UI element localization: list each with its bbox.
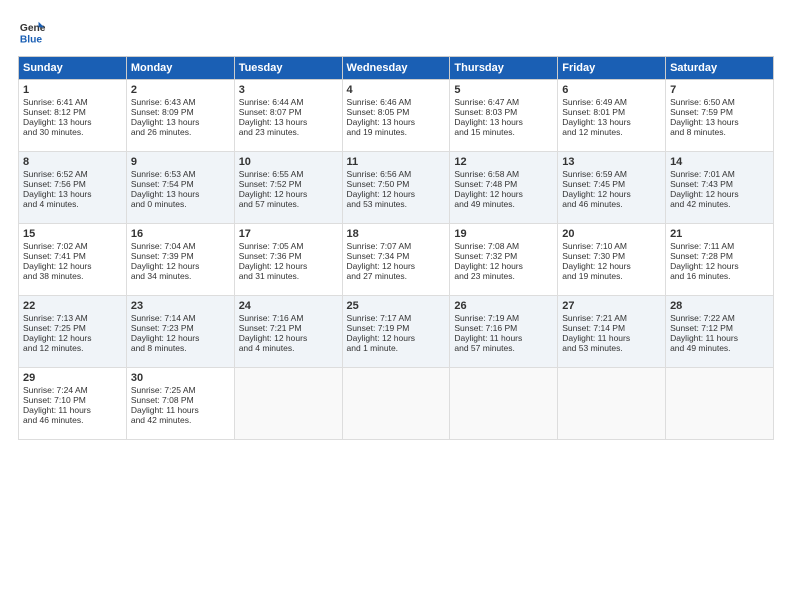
day-number: 13 [562,156,661,168]
table-cell: 21Sunrise: 7:11 AMSunset: 7:28 PMDayligh… [666,224,774,296]
table-cell: 2Sunrise: 6:43 AMSunset: 8:09 PMDaylight… [126,80,234,152]
day-number: 22 [23,300,122,312]
table-cell: 9Sunrise: 6:53 AMSunset: 7:54 PMDaylight… [126,152,234,224]
col-saturday: Saturday [666,57,774,80]
svg-text:Blue: Blue [20,34,43,45]
day-number: 26 [454,300,553,312]
table-cell: 8Sunrise: 6:52 AMSunset: 7:56 PMDaylight… [19,152,127,224]
table-cell: 14Sunrise: 7:01 AMSunset: 7:43 PMDayligh… [666,152,774,224]
day-number: 3 [239,84,338,96]
table-cell: 29Sunrise: 7:24 AMSunset: 7:10 PMDayligh… [19,368,127,440]
day-number: 17 [239,228,338,240]
table-cell: 10Sunrise: 6:55 AMSunset: 7:52 PMDayligh… [234,152,342,224]
table-row: 15Sunrise: 7:02 AMSunset: 7:41 PMDayligh… [19,224,774,296]
day-number: 21 [670,228,769,240]
day-number: 8 [23,156,122,168]
table-cell: 22Sunrise: 7:13 AMSunset: 7:25 PMDayligh… [19,296,127,368]
header: General Blue [18,18,774,46]
table-cell: 12Sunrise: 6:58 AMSunset: 7:48 PMDayligh… [450,152,558,224]
day-number: 12 [454,156,553,168]
table-cell: 24Sunrise: 7:16 AMSunset: 7:21 PMDayligh… [234,296,342,368]
day-number: 25 [347,300,446,312]
table-cell: 4Sunrise: 6:46 AMSunset: 8:05 PMDaylight… [342,80,450,152]
col-sunday: Sunday [19,57,127,80]
day-number: 6 [562,84,661,96]
col-thursday: Thursday [450,57,558,80]
col-friday: Friday [558,57,666,80]
table-cell: 16Sunrise: 7:04 AMSunset: 7:39 PMDayligh… [126,224,234,296]
table-cell: 27Sunrise: 7:21 AMSunset: 7:14 PMDayligh… [558,296,666,368]
day-number: 28 [670,300,769,312]
day-number: 16 [131,228,230,240]
day-number: 20 [562,228,661,240]
table-cell: 30Sunrise: 7:25 AMSunset: 7:08 PMDayligh… [126,368,234,440]
table-cell: 23Sunrise: 7:14 AMSunset: 7:23 PMDayligh… [126,296,234,368]
table-row: 1Sunrise: 6:41 AMSunset: 8:12 PMDaylight… [19,80,774,152]
day-number: 2 [131,84,230,96]
day-number: 19 [454,228,553,240]
table-row: 29Sunrise: 7:24 AMSunset: 7:10 PMDayligh… [19,368,774,440]
day-number: 1 [23,84,122,96]
day-number: 24 [239,300,338,312]
table-row: 8Sunrise: 6:52 AMSunset: 7:56 PMDaylight… [19,152,774,224]
table-cell: 5Sunrise: 6:47 AMSunset: 8:03 PMDaylight… [450,80,558,152]
table-cell: 11Sunrise: 6:56 AMSunset: 7:50 PMDayligh… [342,152,450,224]
col-wednesday: Wednesday [342,57,450,80]
day-number: 4 [347,84,446,96]
col-monday: Monday [126,57,234,80]
table-cell: 1Sunrise: 6:41 AMSunset: 8:12 PMDaylight… [19,80,127,152]
table-cell: 6Sunrise: 6:49 AMSunset: 8:01 PMDaylight… [558,80,666,152]
table-cell: 7Sunrise: 6:50 AMSunset: 7:59 PMDaylight… [666,80,774,152]
day-number: 7 [670,84,769,96]
table-cell: 28Sunrise: 7:22 AMSunset: 7:12 PMDayligh… [666,296,774,368]
calendar-table-main: Sunday Monday Tuesday Wednesday Thursday… [18,56,774,440]
table-cell: 17Sunrise: 7:05 AMSunset: 7:36 PMDayligh… [234,224,342,296]
day-number: 5 [454,84,553,96]
day-number: 11 [347,156,446,168]
table-cell: 15Sunrise: 7:02 AMSunset: 7:41 PMDayligh… [19,224,127,296]
day-number: 14 [670,156,769,168]
table-cell: 25Sunrise: 7:17 AMSunset: 7:19 PMDayligh… [342,296,450,368]
logo: General Blue [18,18,46,46]
day-number: 29 [23,372,122,384]
day-number: 15 [23,228,122,240]
table-cell: 20Sunrise: 7:10 AMSunset: 7:30 PMDayligh… [558,224,666,296]
col-tuesday: Tuesday [234,57,342,80]
svg-text:General: General [20,23,46,34]
logo-icon: General Blue [18,18,46,46]
table-cell [450,368,558,440]
day-number: 23 [131,300,230,312]
day-number: 18 [347,228,446,240]
table-cell: 13Sunrise: 6:59 AMSunset: 7:45 PMDayligh… [558,152,666,224]
day-number: 10 [239,156,338,168]
table-cell: 18Sunrise: 7:07 AMSunset: 7:34 PMDayligh… [342,224,450,296]
day-number: 27 [562,300,661,312]
table-cell [342,368,450,440]
header-row: Sunday Monday Tuesday Wednesday Thursday… [19,57,774,80]
page: General Blue // Remove the broken table … [0,0,792,612]
table-cell [666,368,774,440]
table-row: 22Sunrise: 7:13 AMSunset: 7:25 PMDayligh… [19,296,774,368]
table-cell: 3Sunrise: 6:44 AMSunset: 8:07 PMDaylight… [234,80,342,152]
table-cell [558,368,666,440]
day-number: 9 [131,156,230,168]
table-cell: 19Sunrise: 7:08 AMSunset: 7:32 PMDayligh… [450,224,558,296]
table-cell: 26Sunrise: 7:19 AMSunset: 7:16 PMDayligh… [450,296,558,368]
day-number: 30 [131,372,230,384]
table-cell [234,368,342,440]
